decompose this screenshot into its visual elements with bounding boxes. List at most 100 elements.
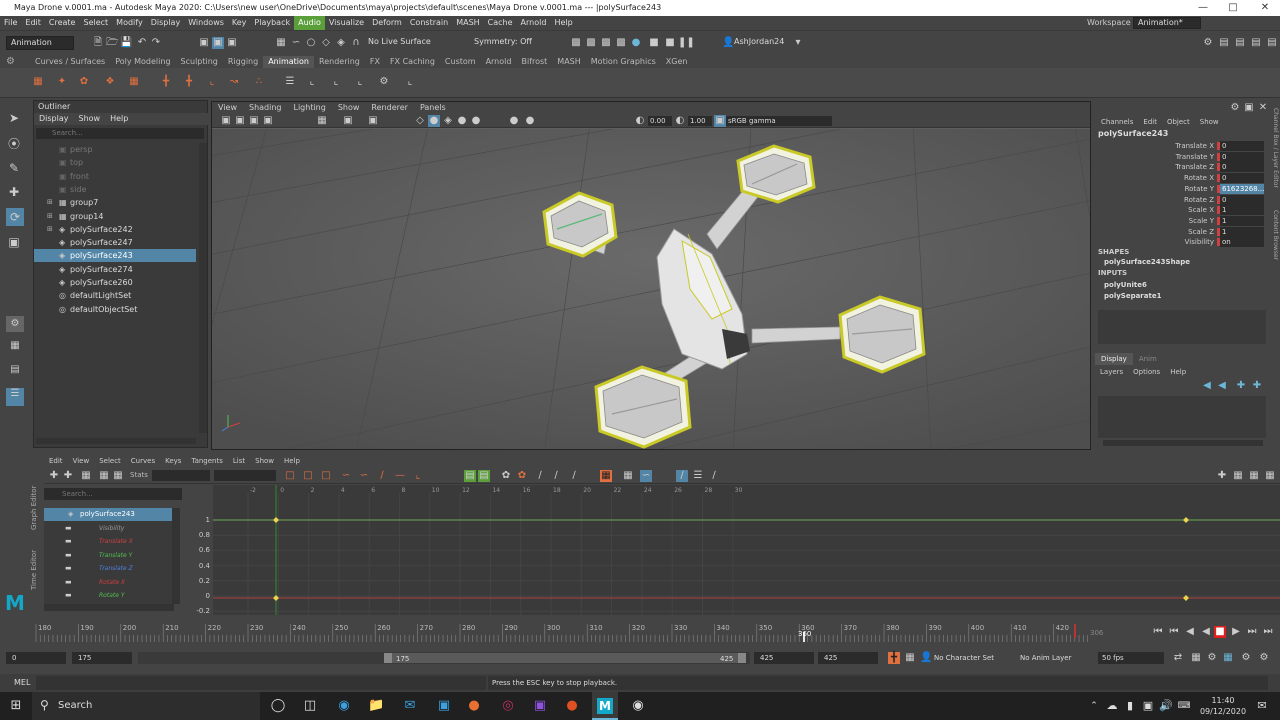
exposure-field[interactable]: 0.00 xyxy=(648,116,672,126)
playback-start-field[interactable]: 175 xyxy=(72,652,132,664)
fps-select[interactable]: 50 fps xyxy=(1098,652,1164,664)
region-tool-icon[interactable]: ▦ xyxy=(98,470,110,482)
outliner-item[interactable]: ⊞ ▦ group7 xyxy=(34,196,196,209)
network-icon[interactable]: ▣ xyxy=(1140,698,1156,714)
open-scene-icon[interactable]: 🗁 xyxy=(106,37,118,49)
new-scene-icon[interactable]: 🗎 xyxy=(92,37,104,49)
shelf-tab-bifrost[interactable]: Bifrost xyxy=(516,56,552,68)
channel-value[interactable]: 1 xyxy=(1220,226,1264,237)
tool-settings-icon[interactable]: ▤ xyxy=(1234,37,1246,49)
joint-icon[interactable]: ╋ xyxy=(183,76,195,88)
shelf-tab-xgen[interactable]: XGen xyxy=(661,56,693,68)
safe-action-icon[interactable]: ▣ xyxy=(367,115,379,127)
shape-name[interactable]: polySurface243Shape xyxy=(1104,258,1190,266)
mel-label[interactable]: MEL xyxy=(14,678,30,687)
menu-audio[interactable]: Audio xyxy=(294,16,325,30)
gamma-field[interactable]: 1.00 xyxy=(688,116,712,126)
constraint-parent-icon[interactable]: ⚙ xyxy=(378,76,390,88)
snap-view-icon[interactable]: ◇ xyxy=(320,37,332,49)
select-tool-icon[interactable]: ➤ xyxy=(8,112,20,124)
graph-tree-channel[interactable]: ▬ Visibility xyxy=(44,522,172,535)
outliner-item[interactable]: ▣ top xyxy=(34,156,196,169)
ik-handle-icon[interactable]: ╋ xyxy=(160,76,172,88)
channel-label[interactable]: Scale Z xyxy=(1130,227,1214,237)
shelf-tab-sculpting[interactable]: Sculpting xyxy=(176,56,223,68)
battery-icon[interactable]: ▮ xyxy=(1122,698,1138,714)
step-forward-frame-icon[interactable]: ▶ xyxy=(1230,626,1242,638)
constraint-point-icon[interactable]: ⌞ xyxy=(306,76,318,88)
lock-tangent-weight-icon[interactable]: ✿ xyxy=(516,470,528,482)
smooth-shade-icon[interactable]: ● xyxy=(428,115,440,127)
shelf-tab-animation[interactable]: Animation xyxy=(263,56,314,68)
workspace-select[interactable]: Animation* xyxy=(1133,17,1201,29)
channel-box-hscrollbar[interactable] xyxy=(1103,440,1263,446)
graph-editor-outliner-scrollbar[interactable] xyxy=(172,508,180,604)
layout-single-icon[interactable]: ⚙ xyxy=(6,316,24,332)
outliner-menu-show[interactable]: Show xyxy=(74,113,106,125)
graph-menu-curves[interactable]: Curves xyxy=(126,455,160,467)
auto-frame-icon[interactable]: ▦ xyxy=(600,470,612,482)
outliner-item[interactable]: ◎ defaultLightSet xyxy=(34,289,196,302)
anim-layer-select[interactable]: No Anim Layer xyxy=(1020,654,1071,662)
viewport-menu-view[interactable]: View xyxy=(212,102,243,114)
viewport-menu-show[interactable]: Show xyxy=(332,102,366,114)
blend-shape-icon[interactable]: ☰ xyxy=(284,76,296,88)
channel-value[interactable]: 61623268... xyxy=(1220,183,1264,194)
panel-toggle-icon[interactable]: ▤ xyxy=(1266,37,1278,49)
timeline-settings-icon[interactable]: ⚙ xyxy=(1258,652,1270,664)
channel-box-layout-icon[interactable]: ⚙ xyxy=(1229,102,1241,114)
sound-icon[interactable]: ▦ xyxy=(1190,652,1202,664)
free-tangent-weight-icon[interactable]: ✿ xyxy=(500,470,512,482)
step-forward-key-icon[interactable]: ⏭ xyxy=(1246,626,1258,638)
character-set-select[interactable]: No Character Set xyxy=(934,654,994,662)
playback-end-field[interactable]: 425 xyxy=(754,652,814,664)
menu-modify[interactable]: Modify xyxy=(112,16,147,30)
layer-move-up-icon[interactable]: ◀ xyxy=(1201,380,1213,392)
viewport-menu-shading[interactable]: Shading xyxy=(243,102,288,114)
graph-tree-channel[interactable]: ▬ Translate Z xyxy=(44,562,172,575)
current-frame-field[interactable]: 306 xyxy=(1090,629,1103,637)
tangent-step-icon[interactable]: ⌞ xyxy=(412,470,424,482)
set-key-icon[interactable]: ▦ xyxy=(32,76,44,88)
render-frame-icon[interactable]: ▩ xyxy=(585,37,597,49)
menu-create[interactable]: Create xyxy=(45,16,80,30)
viewport-menu-panels[interactable]: Panels xyxy=(414,102,452,114)
bookmark-icon[interactable]: ▣ xyxy=(248,115,260,127)
shelf-settings-icon[interactable]: ⚙ xyxy=(6,57,20,67)
skin-bind-icon[interactable]: ⌞ xyxy=(206,76,218,88)
camera-select-icon[interactable]: ▣ xyxy=(220,115,232,127)
outliner-item[interactable]: ▣ side xyxy=(34,183,196,196)
graph-editor-search-input[interactable]: Search... xyxy=(44,488,182,500)
layer-tab-display[interactable]: Display xyxy=(1095,353,1133,365)
layer-move-down-icon[interactable]: ◀ xyxy=(1216,380,1228,392)
paint-select-icon[interactable]: ✎ xyxy=(8,162,20,174)
key-rotate-icon[interactable]: ✿ xyxy=(78,76,90,88)
shelf-tab-custom[interactable]: Custom xyxy=(440,56,481,68)
go-to-end-icon[interactable]: ⏭ xyxy=(1262,626,1274,638)
snap-curve-icon[interactable]: ∽ xyxy=(290,37,302,49)
outliner-search-input[interactable]: Search... xyxy=(36,128,204,139)
grid-toggle-icon[interactable]: ▦ xyxy=(316,115,328,127)
menu-constrain[interactable]: Constrain xyxy=(406,16,452,30)
outliner-item[interactable]: ◈ polySurface260 xyxy=(34,276,196,289)
language-icon[interactable]: ⌨ xyxy=(1176,698,1192,714)
key-translate-icon[interactable]: ✦ xyxy=(56,76,68,88)
mail-icon[interactable]: ✉ xyxy=(402,698,418,714)
graph-menu-edit[interactable]: Edit xyxy=(44,455,68,467)
task-view-icon[interactable]: ◫ xyxy=(302,698,318,714)
channel-label[interactable]: Visibility xyxy=(1130,237,1214,247)
input-node[interactable]: polySeparate1 xyxy=(1104,291,1264,302)
select-hierarchy-icon[interactable]: ▣ xyxy=(198,37,210,49)
menu-cache[interactable]: Cache xyxy=(484,16,517,30)
key-end-top[interactable] xyxy=(1183,517,1189,523)
snap-grid-icon[interactable]: ▦ xyxy=(275,37,287,49)
recording-app-icon[interactable]: ● xyxy=(564,698,580,714)
ge-move-icon[interactable]: ✚ xyxy=(1216,470,1228,482)
symmetry-label[interactable]: Symmetry: Off xyxy=(474,37,532,46)
lasso-tool-icon[interactable]: ⦿ xyxy=(8,138,20,150)
tangent-linear-icon[interactable]: ∕ xyxy=(376,470,388,482)
menu-arnold[interactable]: Arnold xyxy=(517,16,551,30)
shelf-tab-curves-surfaces[interactable]: Curves / Surfaces xyxy=(30,56,110,68)
graph-editor-outliner-hscrollbar[interactable] xyxy=(44,604,174,611)
redo-icon[interactable]: ↷ xyxy=(150,37,162,49)
